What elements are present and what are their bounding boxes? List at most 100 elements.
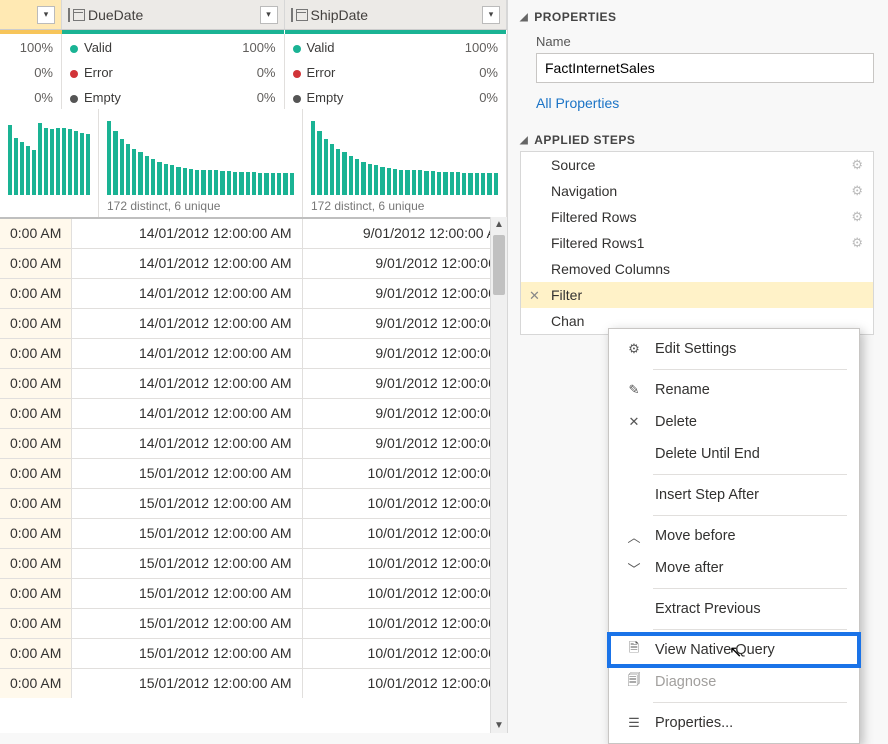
table-row[interactable]: 0:00 AM14/01/2012 12:00:00 AM9/01/2012 1… bbox=[0, 218, 507, 248]
gear-icon[interactable]: ⚙ bbox=[851, 209, 863, 225]
table-row[interactable]: 0:00 AM14/01/2012 12:00:00 AM9/01/2012 1… bbox=[0, 368, 507, 398]
vertical-scrollbar[interactable]: ▲ ▼ bbox=[490, 217, 507, 733]
table-cell[interactable]: 9/01/2012 12:00:00 bbox=[302, 248, 506, 278]
table-row[interactable]: 0:00 AM15/01/2012 12:00:00 AM10/01/2012 … bbox=[0, 548, 507, 578]
properties-section-header[interactable]: ◢ PROPERTIES bbox=[520, 6, 874, 28]
ctx-properties[interactable]: ☰ Properties... bbox=[609, 707, 859, 739]
table-cell[interactable]: 9/01/2012 12:00:00 bbox=[302, 428, 506, 458]
table-cell[interactable]: 10/01/2012 12:00:00 bbox=[302, 638, 506, 668]
table-cell[interactable]: 14/01/2012 12:00:00 AM bbox=[72, 338, 302, 368]
ctx-view-native-query[interactable]: 🗎 View Native Query ↖ bbox=[609, 634, 859, 666]
ctx-move-before[interactable]: ︿ Move before bbox=[609, 520, 859, 552]
column-header-shipdate[interactable]: ShipDate ▾ bbox=[285, 0, 508, 29]
scroll-down-icon[interactable]: ▼ bbox=[491, 720, 507, 731]
table-row[interactable]: 0:00 AM14/01/2012 12:00:00 AM9/01/2012 1… bbox=[0, 248, 507, 278]
table-cell[interactable]: 10/01/2012 12:00:00 bbox=[302, 668, 506, 698]
table-cell[interactable]: 0:00 AM bbox=[0, 428, 72, 458]
ctx-insert-step-after[interactable]: Insert Step After bbox=[609, 479, 859, 511]
ctx-edit-settings[interactable]: ⚙ Edit Settings bbox=[609, 333, 859, 365]
applied-step[interactable]: Source⚙ bbox=[521, 152, 873, 178]
table-cell[interactable]: 15/01/2012 12:00:00 AM bbox=[72, 488, 302, 518]
applied-step[interactable]: Removed Columns bbox=[521, 256, 873, 282]
delete-step-icon[interactable]: ✕ bbox=[529, 288, 540, 304]
table-row[interactable]: 0:00 AM14/01/2012 12:00:00 AM9/01/2012 1… bbox=[0, 278, 507, 308]
ctx-delete[interactable]: ✕ Delete bbox=[609, 406, 859, 438]
table-cell[interactable]: 14/01/2012 12:00:00 AM bbox=[72, 398, 302, 428]
table-cell[interactable]: 15/01/2012 12:00:00 AM bbox=[72, 548, 302, 578]
table-cell[interactable]: 0:00 AM bbox=[0, 488, 72, 518]
table-row[interactable]: 0:00 AM14/01/2012 12:00:00 AM9/01/2012 1… bbox=[0, 398, 507, 428]
table-cell[interactable]: 14/01/2012 12:00:00 AM bbox=[72, 368, 302, 398]
table-cell[interactable]: 15/01/2012 12:00:00 AM bbox=[72, 608, 302, 638]
table-cell[interactable]: 15/01/2012 12:00:00 AM bbox=[72, 668, 302, 698]
table-cell[interactable]: 0:00 AM bbox=[0, 548, 72, 578]
table-row[interactable]: 0:00 AM15/01/2012 12:00:00 AM10/01/2012 … bbox=[0, 488, 507, 518]
table-cell[interactable]: 0:00 AM bbox=[0, 368, 72, 398]
table-row[interactable]: 0:00 AM15/01/2012 12:00:00 AM10/01/2012 … bbox=[0, 458, 507, 488]
table-cell[interactable]: 10/01/2012 12:00:00 bbox=[302, 518, 506, 548]
table-row[interactable]: 0:00 AM14/01/2012 12:00:00 AM9/01/2012 1… bbox=[0, 428, 507, 458]
table-row[interactable]: 0:00 AM15/01/2012 12:00:00 AM10/01/2012 … bbox=[0, 668, 507, 698]
table-cell[interactable]: 10/01/2012 12:00:00 bbox=[302, 608, 506, 638]
ctx-delete-until-end[interactable]: Delete Until End bbox=[609, 438, 859, 470]
table-cell[interactable]: 9/01/2012 12:00:00 bbox=[302, 308, 506, 338]
applied-steps-section-header[interactable]: ◢ APPLIED STEPS bbox=[520, 129, 874, 151]
ctx-extract-previous[interactable]: Extract Previous bbox=[609, 593, 859, 625]
table-cell[interactable]: 0:00 AM bbox=[0, 218, 72, 248]
scroll-thumb[interactable] bbox=[493, 235, 505, 295]
column-dropdown-icon[interactable]: ▾ bbox=[482, 6, 500, 24]
data-grid[interactable]: 0:00 AM14/01/2012 12:00:00 AM9/01/2012 1… bbox=[0, 217, 507, 733]
table-row[interactable]: 0:00 AM15/01/2012 12:00:00 AM10/01/2012 … bbox=[0, 578, 507, 608]
table-cell[interactable]: 0:00 AM bbox=[0, 398, 72, 428]
table-cell[interactable]: 0:00 AM bbox=[0, 668, 72, 698]
table-cell[interactable]: 0:00 AM bbox=[0, 248, 72, 278]
table-row[interactable]: 0:00 AM14/01/2012 12:00:00 AM9/01/2012 1… bbox=[0, 308, 507, 338]
partial-column-header[interactable]: ▾ bbox=[0, 0, 62, 29]
scroll-up-icon[interactable]: ▲ bbox=[491, 219, 507, 230]
table-cell[interactable]: 9/01/2012 12:00:00 bbox=[302, 278, 506, 308]
table-cell[interactable]: 10/01/2012 12:00:00 bbox=[302, 488, 506, 518]
table-cell[interactable]: 15/01/2012 12:00:00 AM bbox=[72, 458, 302, 488]
table-cell[interactable]: 0:00 AM bbox=[0, 578, 72, 608]
table-row[interactable]: 0:00 AM15/01/2012 12:00:00 AM10/01/2012 … bbox=[0, 518, 507, 548]
table-cell[interactable]: 14/01/2012 12:00:00 AM bbox=[72, 278, 302, 308]
table-cell[interactable]: 14/01/2012 12:00:00 AM bbox=[72, 308, 302, 338]
all-properties-link[interactable]: All Properties bbox=[536, 95, 619, 111]
table-cell[interactable]: 10/01/2012 12:00:00 bbox=[302, 548, 506, 578]
table-cell[interactable]: 0:00 AM bbox=[0, 458, 72, 488]
table-cell[interactable]: 10/01/2012 12:00:00 bbox=[302, 578, 506, 608]
column-dropdown-icon[interactable]: ▾ bbox=[260, 6, 278, 24]
table-cell[interactable]: 14/01/2012 12:00:00 AM bbox=[72, 428, 302, 458]
applied-step[interactable]: ✕Filter bbox=[521, 282, 873, 308]
table-cell[interactable]: 9/01/2012 12:00:00 bbox=[302, 338, 506, 368]
table-cell[interactable]: 15/01/2012 12:00:00 AM bbox=[72, 578, 302, 608]
table-row[interactable]: 0:00 AM14/01/2012 12:00:00 AM9/01/2012 1… bbox=[0, 338, 507, 368]
table-cell[interactable]: 9/01/2012 12:00:00 bbox=[302, 398, 506, 428]
table-cell[interactable]: 0:00 AM bbox=[0, 638, 72, 668]
ctx-diagnose[interactable]: 🗐 Diagnose bbox=[609, 666, 859, 698]
query-name-input[interactable] bbox=[536, 53, 874, 83]
table-cell[interactable]: 0:00 AM bbox=[0, 338, 72, 368]
ctx-move-after[interactable]: ﹀ Move after bbox=[609, 552, 859, 584]
table-cell[interactable]: 15/01/2012 12:00:00 AM bbox=[72, 638, 302, 668]
table-cell[interactable]: 0:00 AM bbox=[0, 308, 72, 338]
gear-icon[interactable]: ⚙ bbox=[851, 235, 863, 251]
gear-icon[interactable]: ⚙ bbox=[851, 157, 863, 173]
table-cell[interactable]: 14/01/2012 12:00:00 AM bbox=[72, 248, 302, 278]
table-cell[interactable]: 9/01/2012 12:00:00 A bbox=[302, 218, 506, 248]
applied-step[interactable]: Navigation⚙ bbox=[521, 178, 873, 204]
table-cell[interactable]: 14/01/2012 12:00:00 AM bbox=[72, 218, 302, 248]
table-cell[interactable]: 10/01/2012 12:00:00 bbox=[302, 458, 506, 488]
table-cell[interactable]: 9/01/2012 12:00:00 bbox=[302, 368, 506, 398]
ctx-rename[interactable]: ✎ Rename bbox=[609, 374, 859, 406]
table-cell[interactable]: 0:00 AM bbox=[0, 278, 72, 308]
table-cell[interactable]: 15/01/2012 12:00:00 AM bbox=[72, 518, 302, 548]
applied-step[interactable]: Filtered Rows⚙ bbox=[521, 204, 873, 230]
column-header-duedate[interactable]: DueDate ▾ bbox=[62, 0, 285, 29]
applied-step[interactable]: Filtered Rows1⚙ bbox=[521, 230, 873, 256]
table-row[interactable]: 0:00 AM15/01/2012 12:00:00 AM10/01/2012 … bbox=[0, 608, 507, 638]
filter-icon[interactable]: ▾ bbox=[37, 6, 55, 24]
gear-icon[interactable]: ⚙ bbox=[851, 183, 863, 199]
table-cell[interactable]: 0:00 AM bbox=[0, 518, 72, 548]
table-cell[interactable]: 0:00 AM bbox=[0, 608, 72, 638]
